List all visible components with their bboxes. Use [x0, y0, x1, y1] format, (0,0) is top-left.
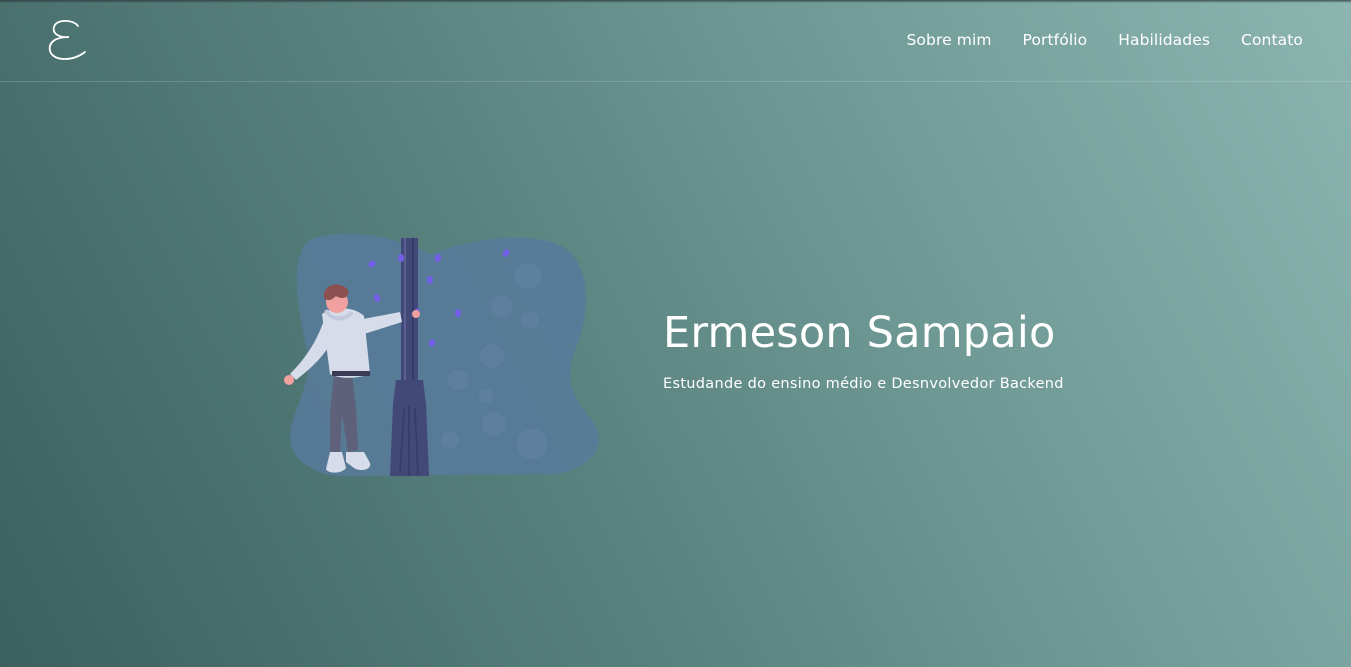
hero-section: Ermeson Sampaio Estudande do ensino médi… [663, 307, 1064, 392]
logo-icon[interactable] [45, 18, 91, 64]
hero-subtitle: Estudande do ensino médio e Desnvolvedor… [663, 376, 1064, 392]
main-nav: Sobre mim Portfólio Habilidades Contato [906, 31, 1303, 49]
nav-link-habilidades[interactable]: Habilidades [1118, 31, 1210, 49]
hero-title: Ermeson Sampaio [663, 308, 1056, 358]
person-lamppost-illustration [284, 233, 599, 477]
site-header: Sobre mim Portfólio Habilidades Contato [0, 0, 1351, 82]
nav-link-sobre-mim[interactable]: Sobre mim [906, 31, 991, 49]
nav-link-portfolio[interactable]: Portfólio [1023, 31, 1088, 49]
nav-link-contato[interactable]: Contato [1241, 31, 1303, 49]
